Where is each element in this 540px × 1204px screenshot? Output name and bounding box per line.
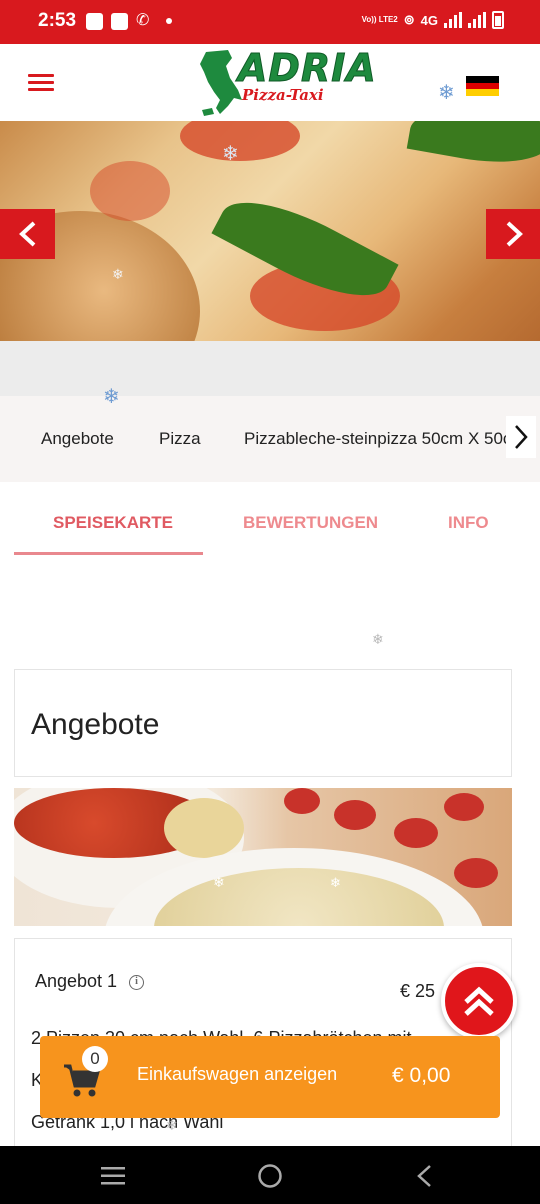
chevron-right-icon: [506, 221, 523, 247]
snowflake-icon: ❄: [213, 875, 225, 891]
status-time: 2:53: [38, 10, 77, 31]
category-scroll-next-button[interactable]: [506, 416, 536, 458]
network-type: 4G: [420, 12, 438, 28]
category-pizzableche[interactable]: Pizzableche-steinpizza 50cm X 50cm: [244, 429, 526, 449]
snowflake-icon: ❄: [222, 141, 239, 165]
snowflake-icon: ❄: [112, 267, 124, 283]
cart-count-badge: 0: [82, 1046, 108, 1072]
notification-icons: ✆: [86, 12, 172, 30]
app-notification-icon: [111, 12, 128, 30]
snowflake-icon: ❄: [438, 80, 455, 104]
logo-tagline: Pizza-Taxi: [242, 86, 324, 104]
tab-bar: SPEISEKARTE BEWERTUNGEN INFO: [0, 488, 540, 558]
item-name: Angebot 1: [35, 971, 118, 991]
chevron-left-icon: [18, 221, 35, 247]
spacer-band: [0, 341, 540, 396]
tab-info[interactable]: INFO: [448, 513, 489, 533]
logo-name: ADRIA: [238, 46, 377, 91]
category-bar: Angebote Pizza Pizzableche-steinpizza 50…: [0, 396, 540, 482]
cart-label: Einkaufswagen anzeigen: [137, 1064, 338, 1084]
adria-logo[interactable]: ADRIA Pizza-Taxi: [198, 46, 376, 118]
status-bar: 2:53 ✆ Vo)) LTE2 ⊚ 4G: [0, 0, 540, 44]
snowflake-icon: ❄: [166, 1118, 178, 1134]
double-chevron-up-icon: [464, 986, 494, 1016]
show-cart-button[interactable]: 0 Einkaufswagen anzeigen € 0,00: [40, 1036, 500, 1118]
item-price: € 25: [400, 981, 436, 1001]
menu-icon[interactable]: [28, 74, 54, 92]
back-icon[interactable]: [415, 1164, 433, 1188]
missed-call-icon: ✆: [136, 12, 150, 29]
category-angebote[interactable]: Angebote: [41, 429, 114, 449]
carousel-next-button[interactable]: [486, 209, 540, 259]
recent-apps-icon[interactable]: [100, 1166, 126, 1186]
signal-icon: [444, 12, 462, 28]
hero-carousel: [0, 121, 540, 341]
hotspot-icon: ⊚: [403, 12, 415, 27]
chevron-right-icon: [515, 425, 528, 449]
snowflake-icon: ❄: [330, 876, 341, 891]
info-icon[interactable]: i: [129, 975, 144, 990]
app-header: ADRIA Pizza-Taxi: [0, 44, 540, 121]
volte-icon: Vo)) LTE2: [361, 15, 398, 24]
battery-icon: [492, 11, 504, 29]
home-icon[interactable]: [257, 1163, 283, 1189]
active-tab-indicator: [14, 552, 203, 555]
cart-total: € 0,00: [392, 1064, 451, 1087]
section-header-card: Angebote: [14, 669, 512, 777]
gmail-notification-icon: [86, 12, 103, 30]
tab-bewertungen[interactable]: BEWERTUNGEN: [243, 513, 378, 533]
section-title: Angebote: [31, 708, 160, 741]
signal-icon-2: [468, 12, 486, 28]
carousel-prev-button[interactable]: [0, 209, 55, 259]
system-icons: Vo)) LTE2 ⊚ 4G: [362, 11, 504, 29]
scroll-to-top-button[interactable]: [441, 963, 517, 1039]
category-pizza[interactable]: Pizza: [159, 429, 201, 449]
snowflake-icon: ❄: [372, 632, 384, 648]
snowflake-icon: ❄: [103, 384, 120, 408]
tab-speisekarte[interactable]: SPEISEKARTE: [53, 513, 173, 533]
more-notifications-icon: [166, 18, 172, 24]
system-navigation-bar: [0, 1146, 540, 1204]
section-image: [14, 788, 512, 926]
german-flag-icon[interactable]: [466, 76, 499, 96]
